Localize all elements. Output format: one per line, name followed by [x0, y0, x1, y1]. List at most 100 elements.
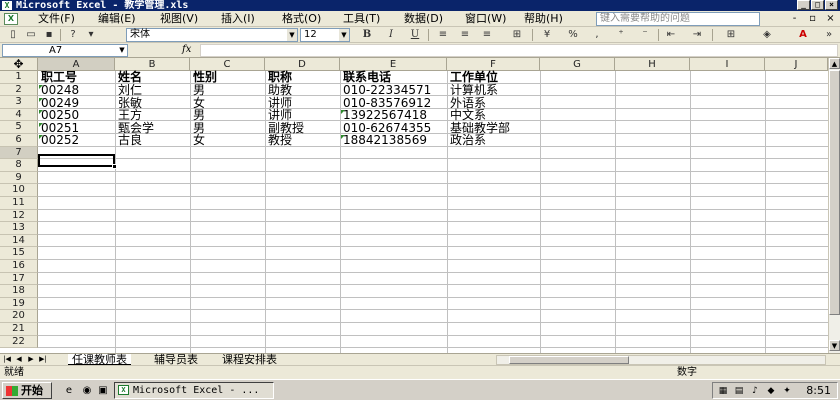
cell-name[interactable]: 王方	[115, 109, 142, 121]
cell-title[interactable]: 讲师	[265, 97, 292, 109]
open-icon[interactable]: ▭	[24, 28, 38, 42]
row-header[interactable]: 15	[0, 247, 38, 260]
cell-department[interactable]: 中文系	[447, 109, 486, 121]
row-header[interactable]: 3	[0, 96, 38, 109]
cell-employee-id[interactable]: 00251	[38, 122, 79, 134]
start-button[interactable]: 开始	[2, 382, 52, 399]
row-header[interactable]: 14	[0, 234, 38, 248]
menu-file[interactable]: 文件(F)	[36, 11, 77, 27]
name-box[interactable]: A7 ▼	[2, 44, 128, 57]
decrease-indent-icon[interactable]: ⇤	[664, 28, 678, 42]
vertical-scroll-thumb[interactable]	[829, 70, 840, 315]
menu-edit[interactable]: 编辑(E)	[96, 11, 138, 27]
fill-handle[interactable]	[112, 164, 117, 169]
currency-icon[interactable]: ¥	[540, 28, 554, 42]
font-color-icon[interactable]: A	[796, 28, 810, 42]
tab-schedule[interactable]: 课程安排表	[218, 354, 281, 365]
column-header-h[interactable]: H	[615, 58, 690, 71]
cell-title[interactable]: 助教	[265, 84, 292, 96]
explorer-icon[interactable]: ▣	[96, 384, 110, 397]
merge-center-icon[interactable]: ⊞	[510, 28, 524, 42]
cell-phone[interactable]: 18842138569	[340, 134, 427, 146]
restore-button[interactable]: □	[811, 0, 824, 10]
cell-gender[interactable]: 女	[190, 134, 205, 146]
last-sheet-icon[interactable]: ▶|	[38, 354, 48, 365]
row-header[interactable]: 4	[0, 108, 38, 122]
network-icon[interactable]: ▤	[733, 385, 745, 397]
browser-icon[interactable]: e	[62, 384, 76, 397]
keyboard-icon[interactable]: ▦	[717, 385, 729, 397]
align-left-icon[interactable]: ≡	[436, 28, 450, 42]
borders-icon[interactable]: ⊞	[724, 28, 738, 42]
help-icon[interactable]: ?	[66, 28, 80, 42]
font-size-select[interactable]: 12 ▼	[300, 28, 350, 42]
row-header[interactable]: 19	[0, 297, 38, 311]
menu-insert[interactable]: 插入(I)	[219, 11, 257, 27]
row-header[interactable]: 12	[0, 209, 38, 223]
cell-employee-id[interactable]: 00250	[38, 109, 79, 121]
menu-data[interactable]: 数据(D)	[402, 11, 445, 27]
increase-decimal-icon[interactable]: ⁺	[614, 28, 628, 42]
tab-teachers[interactable]: 任课教师表	[68, 354, 131, 365]
font-name-select[interactable]: 宋体 ▼	[126, 28, 298, 42]
close-button[interactable]: ×	[825, 0, 838, 10]
column-header-i[interactable]: I	[690, 58, 765, 71]
options-icon[interactable]: ▾	[84, 28, 98, 42]
comma-button[interactable]: ,	[590, 28, 604, 42]
row-header[interactable]: 1	[0, 71, 38, 84]
header-cell-gender[interactable]: 性别	[190, 71, 217, 83]
media-icon[interactable]: ◉	[80, 384, 94, 397]
taskbar-excel-item[interactable]: X Microsoft Excel - ...	[114, 382, 274, 399]
doc-minimize-button[interactable]: -	[788, 12, 801, 25]
save-icon[interactable]: ▪	[42, 28, 56, 42]
cell-employee-id[interactable]: 00252	[38, 134, 79, 146]
header-cell-department[interactable]: 工作单位	[447, 71, 498, 83]
horizontal-scrollbar[interactable]	[496, 355, 826, 365]
column-header-j[interactable]: J	[765, 58, 828, 71]
vertical-scrollbar[interactable]: ▲ ▼	[828, 58, 840, 353]
minimize-button[interactable]: _	[797, 0, 810, 10]
cell-phone[interactable]: 010-83576912	[340, 97, 431, 109]
underline-button[interactable]: U	[408, 28, 422, 42]
cell-department[interactable]: 基础教学部	[447, 122, 510, 134]
row-header[interactable]: 10	[0, 184, 38, 197]
menu-window[interactable]: 窗口(W)	[463, 11, 508, 27]
menu-help[interactable]: 帮助(H)	[522, 11, 565, 27]
row-header[interactable]: 13	[0, 222, 38, 235]
italic-button[interactable]: I	[384, 28, 398, 42]
increase-indent-icon[interactable]: ⇥	[690, 28, 704, 42]
workbook-icon[interactable]: X	[4, 13, 18, 25]
cell-name[interactable]: 古良	[115, 134, 142, 146]
first-sheet-icon[interactable]: |◀	[2, 354, 12, 365]
fill-color-icon[interactable]: ◈	[760, 28, 774, 42]
cell-name[interactable]: 刘仁	[115, 84, 142, 96]
cell-gender[interactable]: 女	[190, 97, 205, 109]
cell-phone[interactable]: 010-62674355	[340, 122, 431, 134]
cell-department[interactable]: 计算机系	[447, 84, 498, 96]
tab-counselors[interactable]: 辅导员表	[150, 354, 202, 365]
row-header[interactable]: 9	[0, 171, 38, 185]
horizontal-scroll-thumb[interactable]	[509, 356, 629, 364]
cell-department[interactable]: 外语系	[447, 97, 486, 109]
active-cell-selection[interactable]	[38, 154, 117, 169]
cell-gender[interactable]: 男	[190, 84, 205, 96]
row-header[interactable]: 17	[0, 272, 38, 286]
menu-format[interactable]: 格式(O)	[280, 11, 323, 27]
column-header-g[interactable]: G	[540, 58, 615, 71]
cell-gender[interactable]: 男	[190, 122, 205, 134]
cell-phone[interactable]: 010-22334571	[340, 84, 431, 96]
row-header[interactable]: 6	[0, 134, 38, 147]
volume-icon[interactable]: ♪	[749, 385, 761, 397]
row-header[interactable]: 5	[0, 121, 38, 134]
row-header[interactable]: 7	[0, 146, 38, 160]
prev-sheet-icon[interactable]: ◀	[14, 354, 24, 365]
select-all-icon[interactable]: ✥	[0, 58, 38, 71]
row-header[interactable]: 18	[0, 285, 38, 298]
scroll-down-icon[interactable]: ▼	[829, 340, 840, 351]
row-header[interactable]: 11	[0, 197, 38, 210]
row-header[interactable]: 2	[0, 83, 38, 97]
header-cell-title[interactable]: 职称	[265, 71, 292, 83]
doc-close-button[interactable]: ×	[824, 12, 837, 25]
percent-button[interactable]: %	[566, 28, 580, 42]
row-header[interactable]: 22	[0, 335, 38, 349]
